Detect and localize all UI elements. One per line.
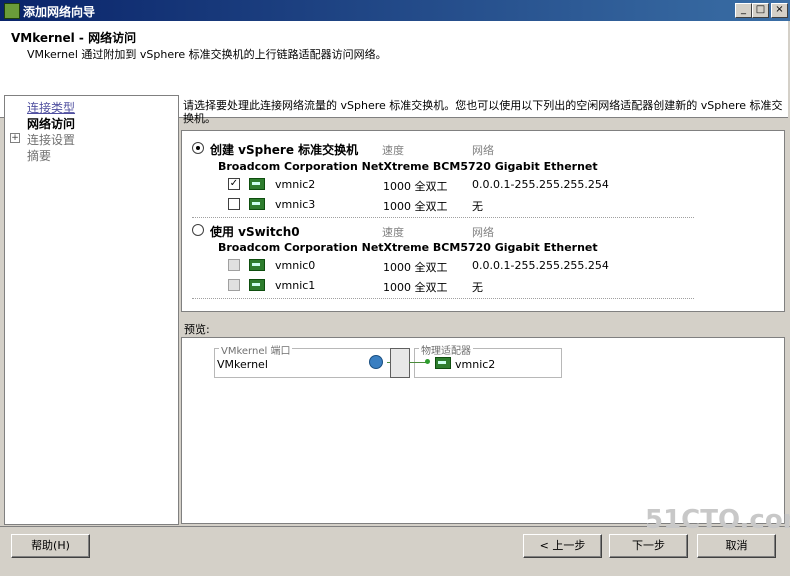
nav-step-connection-type[interactable]: 连接类型 [27, 99, 75, 116]
nic-name: vmnic3 [275, 198, 316, 211]
watermark: 51CTO.com [645, 505, 790, 535]
nav-step-network-access: 网络访问 [27, 117, 76, 131]
page-subtitle: VMkernel 通过附加到 vSphere 标准交换机的上行链路适配器访问网络… [27, 48, 387, 61]
wizard-icon [4, 3, 20, 19]
vmkernel-port-group: VMkernel 端口 VMkernel [214, 342, 406, 378]
nic-speed: 1000 全双工 [383, 261, 448, 274]
network-adapter-icon [249, 178, 265, 190]
speed-column-header: 速度 [382, 144, 404, 157]
nic-name: vmnic1 [275, 279, 316, 292]
vmkernel-port-icon [369, 355, 383, 369]
network-adapter-icon [435, 357, 451, 369]
speed-column-header: 速度 [382, 226, 404, 239]
expand-icon[interactable]: + [10, 133, 20, 143]
minimize-button[interactable]: _ [735, 3, 752, 18]
switch-list: 创建 vSphere 标准交换机 速度 网络 Broadcom Corporat… [181, 130, 785, 312]
nic-name: vmnic2 [275, 178, 316, 191]
physical-adapter-group-label: 物理适配器 [419, 342, 473, 357]
nic-network: 无 [472, 281, 483, 294]
network-column-header: 网络 [472, 226, 494, 239]
network-adapter-icon [249, 259, 265, 271]
preview-pane: VMkernel 端口 VMkernel 物理适配器 vmnic2 [181, 337, 785, 524]
divider [192, 298, 694, 299]
physical-adapter-group: 物理适配器 vmnic2 [409, 342, 562, 378]
network-adapter-icon [249, 198, 265, 210]
nav-step-connection-settings: 连接设置 [27, 133, 76, 147]
link-status-icon [425, 359, 430, 364]
nic-network: 0.0.0.1-255.255.255.254 [472, 259, 609, 272]
cancel-button[interactable]: 取消 [697, 534, 776, 558]
nic-name: vmnic0 [275, 259, 316, 272]
preview-label: 预览: [184, 323, 210, 336]
create-switch-radio[interactable] [192, 142, 204, 154]
wizard-steps-nav: 连接类型 网络访问 + 连接设置 摘要 [4, 95, 179, 525]
next-button[interactable]: 下一步 [609, 534, 688, 558]
vmkernel-port-name: VMkernel [217, 358, 268, 371]
vmnic1-checkbox[interactable] [228, 279, 240, 291]
back-button[interactable]: < 上一步 [523, 534, 602, 558]
page-title: VMkernel - 网络访问 [11, 31, 137, 45]
radio-selected-dot [196, 146, 200, 150]
use-vswitch0-radio[interactable] [192, 224, 204, 236]
close-button[interactable]: × [771, 3, 788, 18]
vmnic0-checkbox[interactable] [228, 259, 240, 271]
vmkernel-port-group-label: VMkernel 端口 [219, 342, 293, 357]
create-switch-label[interactable]: 创建 vSphere 标准交换机 [210, 141, 358, 158]
vmnic2-checkbox[interactable]: ✓ [228, 178, 240, 190]
adapter-group-label: Broadcom Corporation NetXtreme BCM5720 G… [218, 160, 598, 173]
nic-speed: 1000 全双工 [383, 281, 448, 294]
nav-step-summary: 摘要 [27, 149, 52, 163]
network-column-header: 网络 [472, 144, 494, 157]
divider [192, 217, 694, 218]
window-title: 添加网络向导 [23, 5, 96, 19]
nic-speed: 1000 全双工 [383, 180, 448, 193]
nic-network: 无 [472, 200, 483, 213]
help-button[interactable]: 帮助(H) [11, 534, 90, 558]
virtual-switch-icon [390, 348, 410, 378]
network-adapter-icon [249, 279, 265, 291]
use-vswitch0-label[interactable]: 使用 vSwitch0 [210, 223, 300, 240]
instructions-text: 请选择要处理此连接网络流量的 vSphere 标准交换机。您也可以使用以下列出的… [183, 99, 783, 125]
nic-speed: 1000 全双工 [383, 200, 448, 213]
nic-network: 0.0.0.1-255.255.255.254 [472, 178, 609, 191]
maximize-button[interactable]: □ [752, 3, 769, 18]
vmnic3-checkbox[interactable] [228, 198, 240, 210]
physical-adapter-name: vmnic2 [455, 358, 496, 371]
adapter-group-label: Broadcom Corporation NetXtreme BCM5720 G… [218, 241, 598, 254]
title-bar[interactable]: 添加网络向导 _ □ × [0, 0, 790, 21]
